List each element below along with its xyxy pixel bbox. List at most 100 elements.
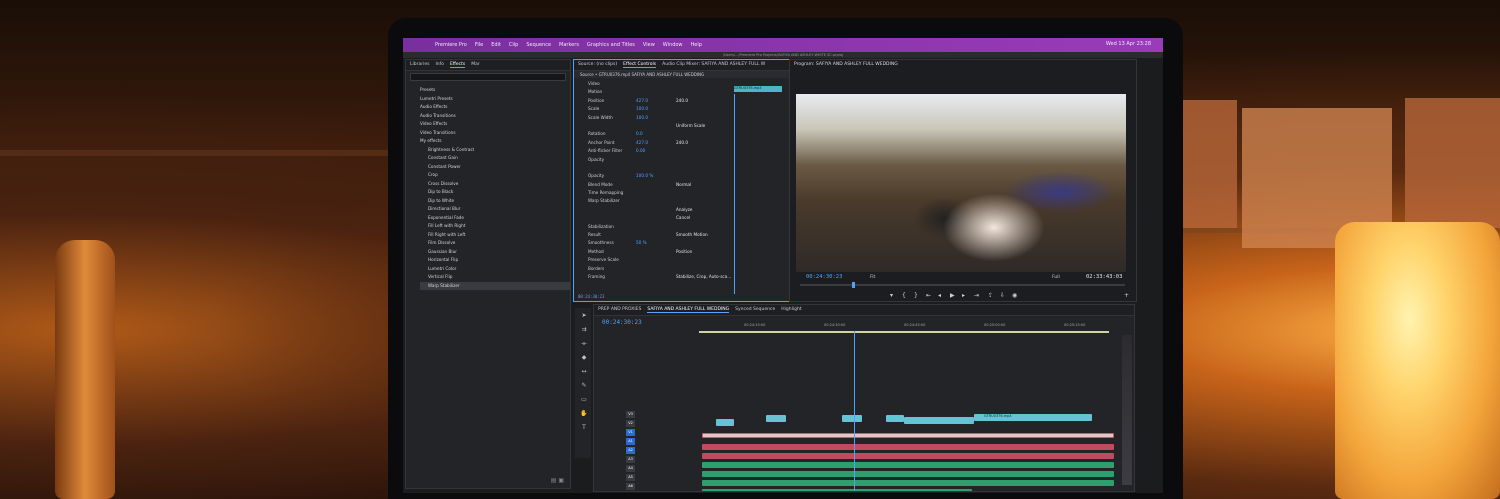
ec-property-v2[interactable]: Analyze bbox=[676, 206, 736, 214]
in-point-icon[interactable]: { bbox=[902, 292, 906, 299]
ec-property-row[interactable]: Preserve Scale bbox=[580, 256, 788, 264]
track-header-label[interactable]: A5 bbox=[626, 474, 635, 481]
ec-property-v2[interactable] bbox=[676, 156, 736, 164]
quality-select[interactable]: Full bbox=[1052, 275, 1060, 280]
ec-property-row[interactable]: Scale Width 100.0 bbox=[580, 114, 788, 122]
video-clip[interactable] bbox=[904, 417, 974, 424]
track-header-label[interactable]: A3 bbox=[626, 456, 635, 463]
ec-property-v2[interactable] bbox=[676, 88, 736, 96]
ec-property-v1[interactable]: 427.0 bbox=[636, 139, 676, 147]
tab-source[interactable]: Source: (no clips) bbox=[578, 62, 617, 68]
slip-tool-icon[interactable]: ↔ bbox=[580, 368, 588, 376]
video-clip[interactable] bbox=[886, 415, 904, 422]
ec-property-v1[interactable] bbox=[636, 197, 676, 205]
go-to-out-icon[interactable]: ⇥ bbox=[974, 292, 979, 299]
tab-highlight[interactable]: Highlight bbox=[781, 307, 801, 313]
menu-markers[interactable]: Markers bbox=[559, 42, 579, 48]
ec-property-row[interactable]: Borders bbox=[580, 265, 788, 273]
effects-list-item[interactable]: Lumetri Presets bbox=[420, 95, 570, 104]
ec-property-v2[interactable]: Normal bbox=[676, 181, 736, 189]
marker-icon[interactable]: ▾ bbox=[890, 292, 893, 299]
ec-property-row[interactable]: Stabilization bbox=[580, 223, 788, 231]
tab-info[interactable]: Info bbox=[435, 62, 444, 68]
ec-property-v1[interactable] bbox=[636, 265, 676, 273]
effects-list-item[interactable]: Audio Transitions bbox=[420, 112, 570, 121]
effects-list-item[interactable]: Fill Left with Right bbox=[420, 222, 570, 231]
rectangle-tool-icon[interactable]: ▭ bbox=[580, 396, 588, 404]
ec-property-v2[interactable] bbox=[676, 223, 736, 231]
effects-list-item[interactable]: Cross Dissolve bbox=[420, 180, 570, 189]
ec-property-v1[interactable] bbox=[636, 88, 676, 96]
ec-property-v1[interactable]: 100.0 bbox=[636, 105, 676, 113]
effects-list-item[interactable]: Horizontal Flip bbox=[420, 256, 570, 265]
ec-property-v2[interactable]: Cancel bbox=[676, 214, 736, 222]
ec-property-row[interactable]: Cancel bbox=[580, 214, 788, 222]
ec-property-v2[interactable] bbox=[676, 164, 736, 172]
track-header-label[interactable]: A4 bbox=[626, 465, 635, 472]
effects-list-item[interactable]: Crop bbox=[420, 171, 570, 180]
ec-property-v1[interactable] bbox=[636, 273, 676, 281]
effects-list-item[interactable]: Video Transitions bbox=[420, 129, 570, 138]
ec-property-v2[interactable] bbox=[676, 189, 736, 197]
track-header-label[interactable]: A1 bbox=[626, 438, 635, 445]
play-icon[interactable]: ▶ bbox=[950, 292, 955, 299]
ec-property-v1[interactable]: 0.00 bbox=[636, 147, 676, 155]
ec-property-v2[interactable] bbox=[676, 147, 736, 155]
ec-property-v1[interactable] bbox=[636, 206, 676, 214]
ec-property-v2[interactable] bbox=[676, 172, 736, 180]
ec-property-v2[interactable] bbox=[676, 239, 736, 247]
video-clip[interactable] bbox=[842, 415, 862, 422]
ec-property-row[interactable]: Position 427.0 240.0 bbox=[580, 97, 788, 105]
tab-markers[interactable]: Mar bbox=[471, 62, 480, 68]
effects-list-item[interactable]: Warp Stabilizer bbox=[420, 281, 570, 290]
razor-tool-icon[interactable]: ◆ bbox=[580, 354, 588, 362]
effects-list-item[interactable]: Lumetri Color bbox=[420, 265, 570, 274]
ec-property-row[interactable]: Anchor Point 427.0 240.0 bbox=[580, 139, 788, 147]
tab-full-wedding[interactable]: SAFIYA AND ASHLEY FULL WEDDING bbox=[647, 307, 730, 313]
work-area-bar[interactable] bbox=[699, 331, 1109, 333]
tab-prep[interactable]: PREP AND PROXIES bbox=[598, 307, 641, 313]
menu-edit[interactable]: Edit bbox=[491, 42, 501, 48]
extract-icon[interactable]: ⇩ bbox=[1000, 292, 1005, 299]
ec-property-v1[interactable] bbox=[636, 248, 676, 256]
ec-property-v2[interactable] bbox=[676, 80, 736, 88]
ec-property-v2[interactable]: Position bbox=[676, 248, 736, 256]
pen-tool-icon[interactable]: ✎ bbox=[580, 382, 588, 390]
menu-clip[interactable]: Clip bbox=[509, 42, 518, 48]
tab-synced[interactable]: Synced Sequence bbox=[735, 307, 775, 313]
ec-property-v2[interactable] bbox=[676, 197, 736, 205]
ec-property-v1[interactable] bbox=[636, 256, 676, 264]
ec-property-row[interactable]: Warp Stabilizer bbox=[580, 197, 788, 205]
selection-tool-icon[interactable]: ➤ bbox=[580, 312, 588, 320]
ec-property-v1[interactable] bbox=[636, 214, 676, 222]
menu-sequence[interactable]: Sequence bbox=[526, 42, 551, 48]
ec-property-v2[interactable]: 240.0 bbox=[676, 97, 736, 105]
ec-property-v1[interactable] bbox=[636, 80, 676, 88]
track-header-label[interactable]: A2 bbox=[626, 447, 635, 454]
ec-property-row[interactable]: Smoothness 50 % bbox=[580, 239, 788, 247]
ec-property-v1[interactable] bbox=[636, 156, 676, 164]
track-select-icon[interactable]: ⇉ bbox=[580, 326, 588, 334]
track-header-label[interactable]: A6 bbox=[626, 483, 635, 490]
hand-tool-icon[interactable]: ✋ bbox=[580, 410, 588, 418]
ec-property-row[interactable]: Scale 100.0 bbox=[580, 105, 788, 113]
ec-property-v1[interactable] bbox=[636, 223, 676, 231]
settings-icon[interactable]: + bbox=[1124, 292, 1129, 299]
go-to-in-icon[interactable]: ⇤ bbox=[926, 292, 931, 299]
ec-property-v1[interactable] bbox=[636, 122, 676, 130]
ripple-edit-icon[interactable]: ⟛ bbox=[580, 340, 588, 348]
effects-list-item[interactable]: Directional Blur bbox=[420, 205, 570, 214]
tab-audio-mixer[interactable]: Audio Clip Mixer: SAFIYA AND ASHLEY FULL… bbox=[662, 62, 765, 68]
effects-list-item[interactable]: Constant Power bbox=[420, 163, 570, 172]
track-header-label[interactable]: V3 bbox=[626, 411, 635, 418]
menu-help[interactable]: Help bbox=[691, 42, 702, 48]
audio-clip-a2[interactable] bbox=[702, 453, 1114, 459]
out-point-icon[interactable]: } bbox=[914, 292, 918, 299]
effects-list-item[interactable]: Exponential Fade bbox=[420, 214, 570, 223]
menu-app[interactable]: Premiere Pro bbox=[435, 42, 467, 48]
track-header-label[interactable]: V2 bbox=[626, 420, 635, 427]
effects-list-item[interactable]: Vertical Flip bbox=[420, 273, 570, 282]
ec-property-v2[interactable]: Smooth Motion bbox=[676, 231, 736, 239]
timeline-playhead[interactable] bbox=[854, 331, 855, 491]
menu-window[interactable]: Window bbox=[663, 42, 683, 48]
